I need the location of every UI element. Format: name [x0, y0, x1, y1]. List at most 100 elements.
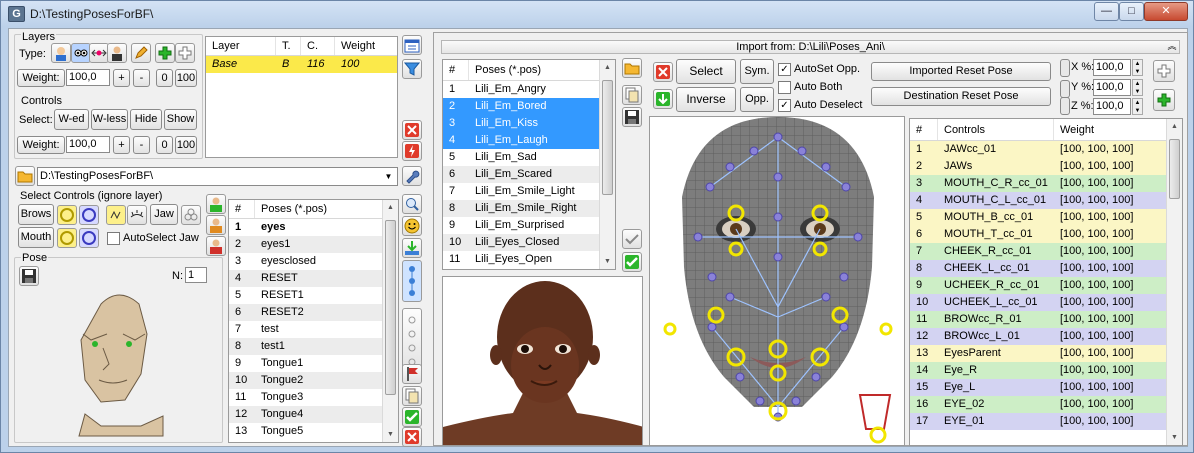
- pose-list-item[interactable]: 13 Tongue5: [229, 423, 398, 440]
- autoselect-jaw-checkbox[interactable]: [107, 232, 120, 245]
- import-pose-list-item[interactable]: 7 Lili_Em_Smile_Light: [443, 183, 615, 200]
- layer-weight-minus-button[interactable]: -: [133, 69, 150, 87]
- pose-list-item[interactable]: 11 Tongue3: [229, 389, 398, 406]
- sym-button[interactable]: Sym.: [740, 59, 774, 84]
- import-poses-list[interactable]: # Poses (*.pos) 1 Lili_Em_Angry 2 Lili_Em_B…: [442, 59, 616, 270]
- import-save-icon[interactable]: [622, 107, 642, 127]
- pose-list-item[interactable]: 3 eyesclosed: [229, 253, 398, 270]
- x-input[interactable]: 100,0: [1093, 59, 1131, 76]
- control-row[interactable]: 8 CHEEK_L_cc_01 [100, 100, 100]: [910, 260, 1182, 277]
- add-outline-icon[interactable]: [1153, 60, 1175, 82]
- accept-icon[interactable]: [402, 407, 422, 427]
- controls-weight-input[interactable]: 100,0: [66, 136, 110, 153]
- zoom-icon[interactable]: [402, 194, 422, 214]
- z-slider-icon[interactable]: [1060, 97, 1070, 115]
- path-combo[interactable]: D:\TestingPosesForBF\: [37, 167, 398, 186]
- person-green-icon[interactable]: [206, 194, 226, 214]
- control-row[interactable]: 9 UCHEEK_R_cc_01 [100, 100, 100]: [910, 277, 1182, 294]
- controls-table[interactable]: # Controls Weight 1 JAWcc_01 [100, 100, 10…: [909, 118, 1183, 446]
- import-pose-list-item[interactable]: 6 Lili_Em_Scared: [443, 166, 615, 183]
- y-slider-icon[interactable]: [1060, 80, 1070, 98]
- lightning-icon[interactable]: [402, 141, 422, 161]
- inverse-button[interactable]: Inverse: [676, 87, 736, 112]
- control-row[interactable]: 6 MOUTH_T_cc_01 [100, 100, 100]: [910, 226, 1182, 243]
- pose-list-item[interactable]: 5 RESET1: [229, 287, 398, 304]
- brow-shape-icon[interactable]: [106, 205, 126, 225]
- circles-icon[interactable]: [181, 205, 201, 225]
- pose-list-item[interactable]: 4 RESET: [229, 270, 398, 287]
- select-left-mouth-icon[interactable]: [79, 228, 99, 248]
- control-row[interactable]: 7 CHEEK_R_cc_01 [100, 100, 100]: [910, 243, 1182, 260]
- layer-type-arrows-icon[interactable]: [89, 43, 109, 63]
- select-button[interactable]: Select: [676, 59, 736, 84]
- control-row[interactable]: 2 JAWs [100, 100, 100]: [910, 158, 1182, 175]
- add-green-icon[interactable]: [1153, 89, 1175, 111]
- import-green-icon[interactable]: [653, 89, 673, 109]
- col-c[interactable]: C.: [301, 37, 335, 55]
- local-poses-list[interactable]: # Poses (*.pos) 1 eyes 2 eyes1 3 eyesclosed 4 R…: [228, 199, 399, 443]
- import-pose-list-item[interactable]: 1 Lili_Em_Angry: [443, 81, 615, 98]
- control-row[interactable]: 12 BROWcc_L_01 [100, 100, 100]: [910, 328, 1182, 345]
- import-col-poses[interactable]: Poses (*.pos): [469, 60, 599, 80]
- z-spin[interactable]: ▲ ▼: [1132, 98, 1143, 115]
- person-orange-icon[interactable]: [206, 215, 226, 235]
- controls-col-weight[interactable]: Weight: [1054, 119, 1166, 140]
- import-down-icon[interactable]: [402, 238, 422, 258]
- opp-button[interactable]: Opp.: [740, 87, 774, 112]
- n-input[interactable]: 1: [185, 267, 207, 283]
- import-pose-list-item[interactable]: 3 Lili_Em_Kiss: [443, 115, 615, 132]
- copy-icon[interactable]: [402, 386, 422, 406]
- control-row[interactable]: 11 BROWcc_R_01 [100, 100, 100]: [910, 311, 1182, 328]
- person-red-icon[interactable]: [206, 236, 226, 256]
- pencil-icon[interactable]: [131, 43, 151, 63]
- local-poses-scrollbar[interactable]: ▲ ▼: [382, 200, 398, 442]
- controls-scrollbar[interactable]: ▲ ▼: [1166, 119, 1182, 445]
- maximize-button[interactable]: □: [1119, 2, 1144, 21]
- controls-scroll-thumb[interactable]: [1169, 139, 1180, 199]
- col-number[interactable]: #: [229, 200, 255, 218]
- face-rig-viewport[interactable]: [649, 116, 905, 446]
- layer-type-person-icon[interactable]: [107, 43, 127, 63]
- folder-icon[interactable]: [15, 166, 35, 186]
- import-pose-list-item[interactable]: 2 Lili_Em_Bored: [443, 98, 615, 115]
- brows-button[interactable]: Brows: [18, 204, 54, 225]
- character-preview[interactable]: [442, 276, 643, 446]
- layer-weight-plus-button[interactable]: +: [113, 69, 130, 87]
- import-pose-list-item[interactable]: 4 Lili_Em_Laugh: [443, 132, 615, 149]
- local-poses-scroll-thumb[interactable]: [385, 220, 396, 395]
- autoset-opp-checkbox[interactable]: ✓: [778, 63, 791, 76]
- flag-icon[interactable]: [402, 364, 422, 384]
- import-poses-scroll-thumb[interactable]: [602, 80, 613, 195]
- select-weighted-button[interactable]: W-ed: [54, 109, 89, 130]
- mouth-button[interactable]: Mouth: [18, 227, 54, 248]
- imported-reset-pose-button[interactable]: Imported Reset Pose: [871, 62, 1051, 81]
- hide-button[interactable]: Hide: [130, 109, 162, 130]
- control-row[interactable]: 13 EyesParent [100, 100, 100]: [910, 345, 1182, 362]
- import-pose-list-item[interactable]: 9 Lili_Em_Surprised: [443, 217, 615, 234]
- destination-reset-pose-button[interactable]: Destination Reset Pose: [871, 87, 1051, 106]
- calendar-icon[interactable]: [402, 35, 422, 55]
- auto-deselect-checkbox[interactable]: ✓: [778, 99, 791, 112]
- path-combo-dropdown-icon[interactable]: ▼: [381, 169, 396, 184]
- layer-type-eyes-icon[interactable]: [71, 43, 91, 63]
- layer-weight-input[interactable]: 100,0: [66, 69, 110, 86]
- import-folder-icon[interactable]: [622, 58, 642, 78]
- control-row[interactable]: 16 EYE_02 [100, 100, 100]: [910, 396, 1182, 413]
- control-row[interactable]: 5 MOUTH_B_cc_01 [100, 100, 100]: [910, 209, 1182, 226]
- pose-list-item[interactable]: 10 Tongue2: [229, 372, 398, 389]
- import-pose-list-item[interactable]: 5 Lili_Em_Sad: [443, 149, 615, 166]
- controls-col-controls[interactable]: Controls: [938, 119, 1054, 140]
- control-row[interactable]: 14 Eye_R [100, 100, 100]: [910, 362, 1182, 379]
- controls-weight-100-button[interactable]: 100: [175, 136, 197, 154]
- pose-list-item[interactable]: 7 test: [229, 321, 398, 338]
- col-layer[interactable]: Layer: [206, 37, 276, 55]
- pose-list-item[interactable]: 12 Tongue4: [229, 406, 398, 423]
- lashes-icon[interactable]: [127, 205, 147, 225]
- smiley-icon[interactable]: [402, 216, 422, 236]
- control-row[interactable]: 1 JAWcc_01 [100, 100, 100]: [910, 141, 1182, 158]
- control-row[interactable]: 15 Eye_L [100, 100, 100]: [910, 379, 1182, 396]
- z-input[interactable]: 100,0: [1093, 98, 1131, 115]
- auto-both-checkbox[interactable]: [778, 81, 791, 94]
- close-button[interactable]: ✕: [1144, 2, 1188, 21]
- pose-list-item[interactable]: 2 eyes1: [229, 236, 398, 253]
